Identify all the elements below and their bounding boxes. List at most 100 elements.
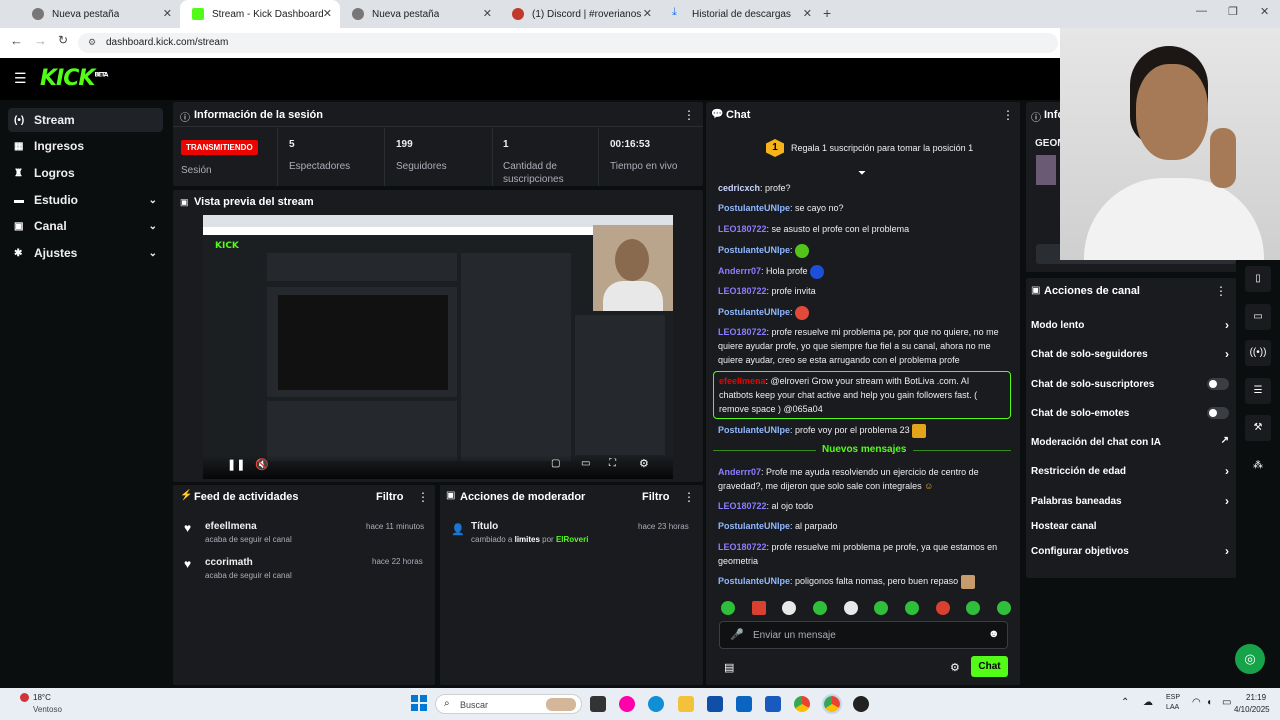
- send-chat-button[interactable]: Chat: [971, 656, 1008, 677]
- close-tab-icon[interactable]: ✕: [483, 7, 492, 20]
- app-icon[interactable]: [853, 696, 869, 712]
- store-icon[interactable]: ▤: [724, 661, 734, 674]
- more-options-icon[interactable]: ⋮: [1002, 108, 1014, 122]
- emoji-picker-icon[interactable]: ☻: [988, 628, 1000, 640]
- task-view-icon[interactable]: [590, 696, 606, 712]
- rail-stream-icon[interactable]: ((•)): [1245, 340, 1271, 366]
- emote-icon[interactable]: [935, 601, 950, 615]
- chat-username[interactable]: LEO180722: [718, 327, 767, 337]
- forward-icon[interactable]: →: [34, 33, 47, 48]
- close-tab-icon[interactable]: ✕: [163, 7, 172, 20]
- chat-username[interactable]: Anderrr07: [718, 266, 761, 276]
- emote-icon[interactable]: [966, 601, 981, 615]
- chevron-up-icon[interactable]: ⌃: [1121, 697, 1129, 708]
- sidebar-item-stream[interactable]: (•) Stream: [8, 108, 163, 132]
- sidebar-item-logros[interactable]: ♜ Logros: [8, 161, 163, 185]
- close-tab-icon[interactable]: ✕: [323, 7, 332, 20]
- menu-icon[interactable]: ☰: [14, 70, 27, 87]
- theater-icon[interactable]: ▭: [581, 458, 590, 469]
- action-followers-only[interactable]: Chat de solo-seguidores ›: [1031, 347, 1229, 361]
- browser-tab[interactable]: Nueva pestaña ✕: [20, 0, 180, 28]
- emote-icon[interactable]: [904, 601, 919, 615]
- chat-username[interactable]: PostulanteUNIpe: [718, 245, 790, 255]
- copilot-icon[interactable]: [619, 696, 635, 712]
- browser-tab[interactable]: ⤓ Historial de descargas ✕: [660, 0, 820, 28]
- browser-tab[interactable]: (1) Discord | #roverianos | ElRov ✕: [500, 0, 660, 28]
- outlook-icon[interactable]: [736, 696, 752, 712]
- pause-icon[interactable]: ❚❚: [227, 458, 245, 471]
- url-input[interactable]: ⚙ dashboard.kick.com/stream: [78, 33, 1058, 53]
- sidebar-item-canal[interactable]: ▣ Canal ⌄: [8, 214, 163, 238]
- mod-action-user[interactable]: ElRoveri: [556, 535, 588, 544]
- action-emotes-only[interactable]: Chat de solo-emotes: [1031, 407, 1229, 419]
- edge-icon[interactable]: [648, 696, 664, 712]
- reload-icon[interactable]: ↻: [58, 33, 68, 47]
- emote-icon[interactable]: [782, 601, 797, 615]
- action-age-restriction[interactable]: Restricción de edad ›: [1031, 464, 1229, 478]
- chat-username[interactable]: LEO180722: [718, 542, 767, 552]
- toggle-switch[interactable]: [1207, 378, 1229, 390]
- gift-sub-promo[interactable]: Regala 1 suscripción para tomar la posic…: [791, 143, 973, 153]
- action-subscribers-only[interactable]: Chat de solo-suscriptores: [1031, 378, 1229, 390]
- input-language[interactable]: ESP: [1166, 694, 1180, 701]
- chat-username[interactable]: PostulanteUNIpe: [718, 576, 790, 586]
- emote-icon[interactable]: [721, 601, 735, 615]
- rail-layout-icon[interactable]: ⁂: [1245, 453, 1271, 479]
- minimize-icon[interactable]: —: [1196, 5, 1207, 17]
- clock-time[interactable]: 21:19: [1246, 693, 1266, 702]
- more-options-icon[interactable]: ⋮: [1215, 284, 1227, 298]
- more-options-icon[interactable]: ⋮: [683, 490, 695, 504]
- tray-icon[interactable]: ☁: [1143, 697, 1153, 708]
- more-options-icon[interactable]: ⋮: [417, 490, 429, 504]
- store-icon[interactable]: [707, 696, 723, 712]
- emote-icon[interactable]: [996, 601, 1011, 615]
- chat-username[interactable]: PostulanteUNIpe: [718, 203, 790, 213]
- weather-temp[interactable]: 18°C: [33, 693, 51, 702]
- chat-username[interactable]: Anderrr07: [718, 467, 761, 477]
- pip-icon[interactable]: ▢: [551, 458, 560, 469]
- close-tab-icon[interactable]: ✕: [643, 7, 652, 20]
- file-explorer-icon[interactable]: [678, 696, 694, 712]
- chat-username[interactable]: LEO180722: [718, 224, 767, 234]
- chat-username[interactable]: cedricxch: [718, 183, 760, 193]
- sidebar-item-ingresos[interactable]: ▦ Ingresos: [8, 134, 163, 158]
- back-icon[interactable]: ←: [10, 33, 23, 48]
- action-slow-mode[interactable]: Modo lento ›: [1031, 318, 1229, 332]
- chrome-icon[interactable]: [794, 696, 810, 712]
- toggle-switch[interactable]: [1207, 407, 1229, 419]
- maximize-icon[interactable]: ❐: [1228, 5, 1238, 18]
- close-window-icon[interactable]: ✕: [1260, 5, 1269, 18]
- mod-filter-button[interactable]: Filtro: [642, 491, 670, 503]
- rail-tools-icon[interactable]: ⚒: [1245, 415, 1271, 441]
- sidebar-item-ajustes[interactable]: ✱ Ajustes ⌄: [8, 241, 163, 265]
- chat-username[interactable]: PostulanteUNIpe: [718, 307, 790, 317]
- emote-icon[interactable]: [843, 601, 858, 615]
- chat-username[interactable]: PostulanteUNIpe: [718, 425, 790, 435]
- action-host-channel[interactable]: Hostear canal: [1031, 521, 1229, 532]
- action-configure-goals[interactable]: Configurar objetivos ›: [1031, 544, 1229, 558]
- volume-icon[interactable]: ◖: [1206, 697, 1212, 708]
- chat-input-box[interactable]: 🎤 Enviar un mensaje ☻: [719, 621, 1008, 649]
- sidebar-item-estudio[interactable]: ▬ Estudio ⌄: [8, 188, 163, 212]
- more-options-icon[interactable]: ⋮: [683, 108, 695, 122]
- wifi-icon[interactable]: ◠: [1192, 697, 1201, 708]
- new-tab-icon[interactable]: +: [823, 5, 831, 21]
- emote-icon[interactable]: [874, 601, 889, 615]
- rail-chat-icon[interactable]: ▭: [1245, 304, 1271, 330]
- site-info-icon[interactable]: ⚙: [88, 37, 96, 48]
- expand-icon[interactable]: ⏷: [858, 168, 866, 179]
- emote-icon[interactable]: [751, 601, 766, 615]
- rail-list-icon[interactable]: ☰: [1245, 378, 1271, 404]
- chat-username[interactable]: efeellmena: [719, 376, 766, 386]
- microphone-icon[interactable]: 🎤: [730, 628, 744, 641]
- feed-item-name[interactable]: ccorimath: [205, 557, 253, 568]
- chat-username[interactable]: PostulanteUNIpe: [718, 521, 790, 531]
- mute-icon[interactable]: 🔇: [255, 458, 269, 471]
- taskbar-search-box[interactable]: ⌕ Buscar: [435, 694, 582, 714]
- settings-icon[interactable]: ⚙: [639, 457, 649, 470]
- action-banned-words[interactable]: Palabras baneadas ›: [1031, 494, 1229, 508]
- action-ai-moderation[interactable]: Moderación del chat con IA ↗: [1031, 435, 1229, 448]
- stream-video[interactable]: KICK ❚❚ 🔇 ▢ ▭ ⛶ ⚙: [203, 215, 673, 479]
- browser-tab-active[interactable]: Stream - Kick Dashboard ✕: [180, 0, 340, 28]
- chat-settings-icon[interactable]: ⚙: [950, 661, 960, 674]
